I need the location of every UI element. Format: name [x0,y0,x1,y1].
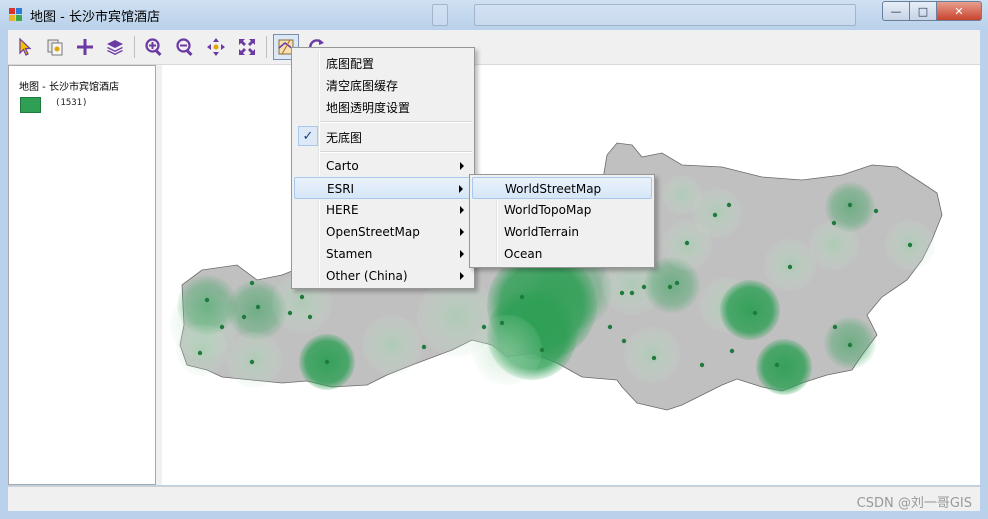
full-extent-icon [239,39,255,55]
status-bar [8,486,980,511]
menu-item-other-china[interactable]: Other (China) [294,265,472,287]
identify-tool-button[interactable] [42,34,68,60]
menu-item-opacity-settings[interactable]: 地图透明度设置 [294,95,472,117]
menu-separator [320,151,472,153]
title-bar[interactable]: 地图 - 长沙市宾馆酒店 — □ ✕ [0,0,988,30]
submenu-arrow-icon [460,272,464,280]
menu-item-here[interactable]: HERE [294,199,472,221]
menu-item-carto[interactable]: Carto [294,155,472,177]
legend-layer-title[interactable]: 地图 - 长沙市宾馆酒店 [19,78,119,93]
menu-item-openstreetmap[interactable]: OpenStreetMap [294,221,472,243]
menu-item-label: 无底图 [326,131,363,145]
layers-icon [107,40,123,55]
select-icon [19,37,32,56]
add-icon [77,39,93,55]
esri-submenu: WorldStreetMap WorldTopoMap WorldTerrain… [469,174,655,268]
layers-tool-button[interactable] [102,34,128,60]
full-extent-button[interactable] [234,34,260,60]
submenu-arrow-icon [460,162,464,170]
zoom-in-button[interactable] [141,34,167,60]
submenu-arrow-icon [459,185,463,193]
watermark-text: CSDN @刘一哥GIS [856,496,972,511]
identify-icon [47,39,63,56]
menu-item-ocean[interactable]: Ocean [472,243,652,265]
menu-item-label: OpenStreetMap [326,225,420,239]
background-window-ghost [432,4,448,26]
app-window: 地图 - 长沙市宾馆酒店 — □ ✕ 地图 - 长沙市宾馆酒店 (1531) C… [0,0,988,519]
menu-item-label: ESRI [327,182,355,196]
menu-item-basemap-config[interactable]: 底图配置 [294,51,472,73]
checkmark-icon: ✓ [298,126,318,146]
toolbar-separator [266,36,267,58]
menu-item-label: WorldTopoMap [504,203,592,217]
map-view[interactable] [162,65,980,485]
legend-count: (1531) [55,98,88,108]
background-window-ghost [474,4,856,26]
toolbar-separator [134,36,135,58]
menu-item-label: Carto [326,159,359,173]
map-canvas[interactable] [162,65,980,485]
submenu-arrow-icon [460,250,464,258]
submenu-arrow-icon [460,228,464,236]
select-tool-button[interactable] [12,34,38,60]
menu-item-label: Stamen [326,247,373,261]
menu-item-label: Other (China) [326,269,408,283]
submenu-arrow-icon [460,206,464,214]
minimize-button[interactable]: — [882,1,910,21]
legend-panel: 地图 - 长沙市宾馆酒店 (1531) [8,65,156,485]
maximize-button[interactable]: □ [910,1,937,21]
close-button[interactable]: ✕ [937,1,982,21]
menu-item-worldtopomap[interactable]: WorldTopoMap [472,199,652,221]
menu-item-esri[interactable]: ESRI [294,177,472,199]
menu-separator [320,121,472,123]
menu-item-worldstreetmap[interactable]: WorldStreetMap [472,177,652,199]
menu-item-label: WorldTerrain [504,225,580,239]
pan-icon [207,38,225,56]
menu-item-clear-cache[interactable]: 清空底图缓存 [294,73,472,95]
menu-item-no-basemap[interactable]: ✓ 无底图 [294,125,472,147]
menu-item-worldterrain[interactable]: WorldTerrain [472,221,652,243]
window-title: 地图 - 长沙市宾馆酒店 [30,10,160,25]
menu-item-label: HERE [326,203,359,217]
zoom-in-icon [145,38,162,57]
add-tool-button[interactable] [72,34,98,60]
menu-item-label: WorldStreetMap [505,182,602,196]
menu-item-label: 底图配置 [326,57,375,71]
basemap-context-menu: 底图配置 清空底图缓存 地图透明度设置 ✓ 无底图 Carto ESRI HER… [291,47,475,289]
legend-color-swatch [20,97,41,113]
menu-item-label: Ocean [504,247,543,261]
menu-item-label: 地图透明度设置 [326,101,411,115]
pan-button[interactable] [203,34,229,60]
menu-item-stamen[interactable]: Stamen [294,243,472,265]
zoom-out-icon [176,38,193,57]
menu-item-label: 清空底图缓存 [326,79,399,93]
window-controls: — □ ✕ [882,1,982,21]
toolbar [8,30,980,65]
zoom-out-button[interactable] [172,34,198,60]
app-icon [9,8,22,21]
